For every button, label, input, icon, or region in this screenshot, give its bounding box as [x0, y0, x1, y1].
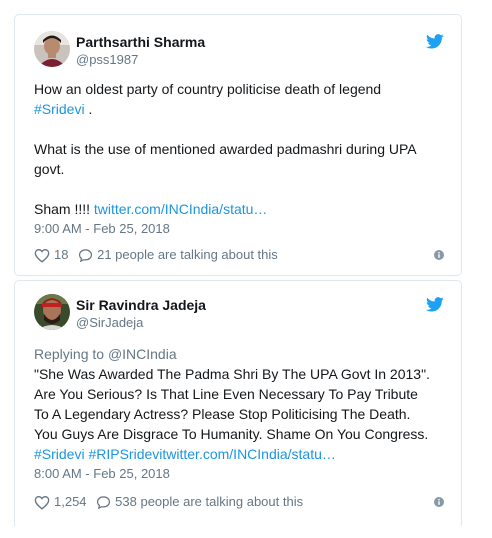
tweet-header: Parthsarthi Sharma @pss1987 [34, 31, 444, 71]
like-count: 1,254 [54, 494, 87, 509]
tweet-actions: 18 21 people are talking about this [34, 245, 444, 265]
avatar[interactable] [34, 31, 70, 67]
user-handle[interactable]: @pss1987 [76, 52, 205, 68]
hashtags-link[interactable]: #Sridevi #RIPSridevitwitter.com/INCIndia… [34, 446, 336, 462]
tweet-header: Sir Ravindra Jadeja @SirJadeja [34, 294, 444, 334]
info-icon[interactable] [434, 250, 444, 260]
tweet-text-line: govt. [34, 161, 65, 177]
talking-count: 21 people are talking about this [97, 247, 278, 262]
tweet-card[interactable]: Sir Ravindra Jadeja @SirJadeja Replying … [14, 280, 462, 526]
twitter-bird-icon[interactable] [426, 297, 444, 312]
user-handle[interactable]: @SirJadeja [76, 315, 206, 331]
tweet-text-line: "She Was Awarded The Padma Shri By The U… [34, 366, 430, 382]
avatar[interactable] [34, 294, 70, 330]
timestamp[interactable]: 9:00 AM - Feb 25, 2018 [34, 221, 444, 237]
tweet-text-fragment: Sham !!!! [34, 201, 94, 217]
twitter-bird-icon[interactable] [426, 34, 444, 49]
replying-to-handle[interactable]: @INCIndia [108, 346, 177, 362]
reply-conversation-button[interactable]: 21 people are talking about this [78, 245, 278, 265]
heart-icon [34, 248, 50, 263]
info-icon[interactable] [434, 497, 444, 507]
like-button[interactable]: 18 [34, 245, 68, 265]
tweet-card[interactable]: Parthsarthi Sharma @pss1987 How an oldes… [14, 14, 462, 276]
speech-bubble-icon [79, 248, 93, 262]
reply-conversation-button[interactable]: 538 people are talking about this [96, 492, 303, 512]
tweet-text-line: What is the use of mentioned awarded pad… [34, 141, 417, 157]
replying-to: Replying to @INCIndia [34, 344, 444, 364]
timestamp[interactable]: 8:00 AM - Feb 25, 2018 [34, 466, 444, 482]
tweet-text-fragment: . [84, 101, 93, 117]
status-link[interactable]: twitter.com/INCIndia/statu… [94, 201, 268, 217]
speech-bubble-icon [97, 495, 111, 509]
talking-count: 538 people are talking about this [115, 494, 304, 509]
tweet-text-line: Are You Serious? Is That Line Even Neces… [34, 386, 418, 402]
display-name[interactable]: Parthsarthi Sharma [76, 34, 205, 50]
replying-to-label: Replying to [34, 346, 108, 362]
user-names: Sir Ravindra Jadeja @SirJadeja [76, 297, 206, 331]
tweet-text-line: You Guys Are Disgrace To Humanity. Shame… [34, 426, 429, 442]
like-button[interactable]: 1,254 [34, 492, 87, 512]
display-name[interactable]: Sir Ravindra Jadeja [76, 297, 206, 313]
tweet-text-line: To A Legendary Actress? Please Stop Poli… [34, 406, 411, 422]
tweet-text: Replying to @INCIndia "She Was Awarded T… [34, 344, 444, 464]
tweet-text: How an oldest party of country politicis… [34, 79, 444, 219]
heart-icon [34, 495, 50, 510]
like-count: 18 [54, 247, 69, 262]
user-names: Parthsarthi Sharma @pss1987 [76, 34, 205, 68]
tweet-text-line: How an oldest party of country politicis… [34, 81, 382, 97]
tweet-actions: 1,254 538 people are talking about this [34, 492, 444, 512]
hashtag-link[interactable]: #Sridevi [34, 101, 85, 117]
